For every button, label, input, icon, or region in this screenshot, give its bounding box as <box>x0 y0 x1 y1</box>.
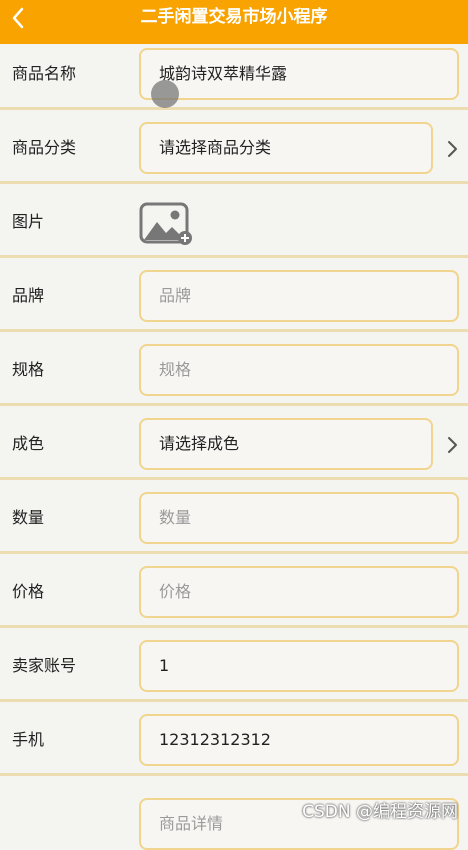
brand-label: 品牌 <box>12 266 44 326</box>
form-row-spec: 规格 规格 <box>0 340 468 406</box>
form-row-condition: 成色 请选择成色 <box>0 414 468 480</box>
form-row-price: 价格 价格 <box>0 562 468 628</box>
price-input[interactable]: 价格 <box>139 566 459 618</box>
quantity-label: 数量 <box>12 488 44 548</box>
form-row-phone: 手机 12312312312 <box>0 710 468 776</box>
phone-input[interactable]: 12312312312 <box>139 714 459 766</box>
phone-label: 手机 <box>12 710 44 770</box>
form-row-quantity: 数量 数量 <box>0 488 468 554</box>
seller-account-input[interactable]: 1 <box>139 640 459 692</box>
quantity-input[interactable]: 数量 <box>139 492 459 544</box>
name-label: 商品名称 <box>12 44 76 104</box>
brand-input[interactable]: 品牌 <box>139 270 459 322</box>
condition-select[interactable]: 请选择成色 <box>139 418 433 470</box>
page-title: 二手闲置交易市场小程序 <box>0 0 468 34</box>
form-row-name: 商品名称 城韵诗双萃精华露 <box>0 44 468 110</box>
image-label: 图片 <box>12 192 44 252</box>
touch-indicator <box>151 80 179 108</box>
top-bar: 二手闲置交易市场小程序 <box>0 0 468 44</box>
condition-label: 成色 <box>12 414 44 474</box>
name-input[interactable]: 城韵诗双萃精华露 <box>139 48 459 100</box>
spec-input[interactable]: 规格 <box>139 344 459 396</box>
seller-account-label: 卖家账号 <box>12 636 76 696</box>
image-upload-icon[interactable] <box>139 200 195 248</box>
watermark: CSDN @编程资源网 <box>302 797 458 822</box>
category-label: 商品分类 <box>12 118 76 178</box>
category-select[interactable]: 请选择商品分类 <box>139 122 433 174</box>
form-row-category: 商品分类 请选择商品分类 <box>0 118 468 184</box>
form-row-seller-account: 卖家账号 1 <box>0 636 468 702</box>
price-label: 价格 <box>12 562 44 622</box>
spec-label: 规格 <box>12 340 44 400</box>
chevron-right-icon[interactable] <box>446 434 460 456</box>
form-row-brand: 品牌 品牌 <box>0 266 468 332</box>
chevron-right-icon[interactable] <box>446 138 460 160</box>
form-row-image: 图片 <box>0 192 468 258</box>
